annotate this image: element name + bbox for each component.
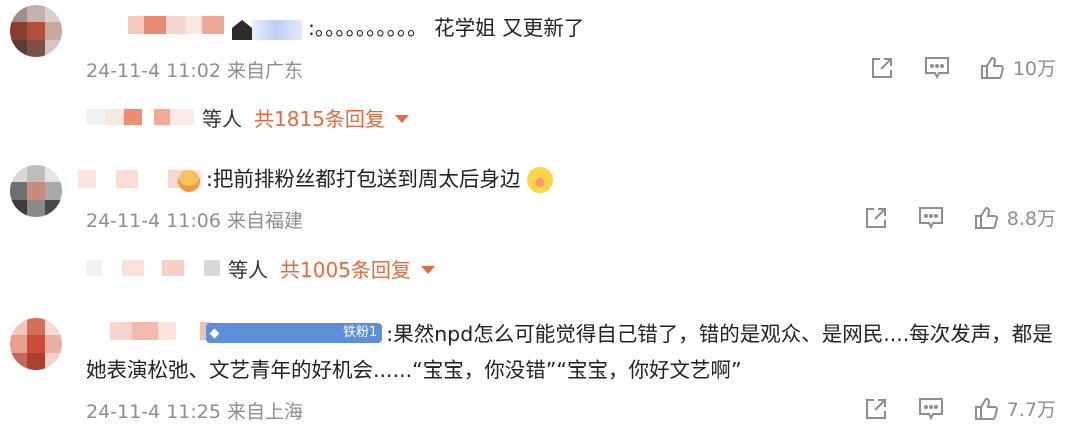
comment-text-body: :把前排粉丝都打包送到周太后身边 (206, 167, 521, 191)
diamond-icon (209, 328, 220, 338)
share-button[interactable] (863, 396, 889, 422)
share-icon (871, 57, 892, 78)
like-button[interactable]: 10万 (979, 54, 1056, 81)
share-icon (865, 398, 886, 419)
reply-total[interactable]: 共1005条回复 (280, 254, 411, 283)
laughing-face-icon (526, 167, 553, 193)
reply-users-suffix: 等人 (202, 106, 242, 131)
reply-summary[interactable]: 等人 共1005条回复 (86, 253, 435, 283)
comment-icon (924, 56, 949, 79)
comment-text: :。。。。。。。。。。 花学姐 又更新了 (308, 16, 585, 40)
reply-total[interactable]: 共1815条回复 (254, 103, 385, 132)
comment-actions: 10万 (841, 54, 1056, 81)
reply-usernames (86, 260, 220, 276)
comment-actions: 7.7万 (835, 395, 1056, 422)
comment-button[interactable] (917, 205, 945, 231)
comment-text: 铁粉1:果然npd怎么可能觉得自己错了，错的是观众、是网民....每次发声，都是… (86, 316, 1066, 388)
fan-badge[interactable]: 铁粉1 (206, 323, 383, 343)
share-button[interactable] (863, 205, 889, 231)
avatar[interactable] (10, 5, 62, 57)
comment-button[interactable] (923, 55, 951, 81)
comment-meta: 24-11-4 11:02 来自广东 (86, 60, 303, 82)
like-count: 8.8万 (1006, 208, 1056, 230)
crown-badge-icon (178, 170, 200, 192)
caret-down-icon[interactable] (394, 114, 409, 123)
like-count: 10万 (1012, 58, 1056, 80)
thumbs-up-icon (980, 56, 1004, 79)
reply-summary[interactable]: 等人 共1815条回复 (86, 102, 409, 132)
comment-icon (918, 397, 943, 420)
caret-down-icon[interactable] (420, 265, 435, 274)
comment-meta: 24-11-4 11:06 来自福建 (86, 210, 303, 232)
reply-users-suffix: 等人 (228, 257, 268, 282)
fan-badge-label: 铁粉1 (343, 325, 378, 340)
reply-usernames (86, 109, 194, 125)
comment-actions: 8.8万 (835, 204, 1056, 231)
comment-button[interactable] (917, 396, 945, 422)
thumbs-up-icon (974, 206, 998, 229)
avatar[interactable] (10, 318, 62, 370)
like-button[interactable]: 8.8万 (973, 204, 1056, 231)
user-medal-icon (232, 20, 302, 40)
comment-icon (918, 206, 943, 229)
username[interactable] (128, 16, 224, 34)
comment-text: :把前排粉丝都打包送到周太后身边 (206, 163, 553, 195)
comment-meta: 24-11-4 11:25 来自上海 (86, 401, 303, 423)
avatar[interactable] (10, 165, 62, 217)
like-button[interactable]: 7.7万 (973, 395, 1056, 422)
share-icon (865, 207, 886, 228)
thumbs-up-icon (974, 397, 998, 420)
share-button[interactable] (869, 55, 895, 81)
like-count: 7.7万 (1006, 399, 1056, 421)
